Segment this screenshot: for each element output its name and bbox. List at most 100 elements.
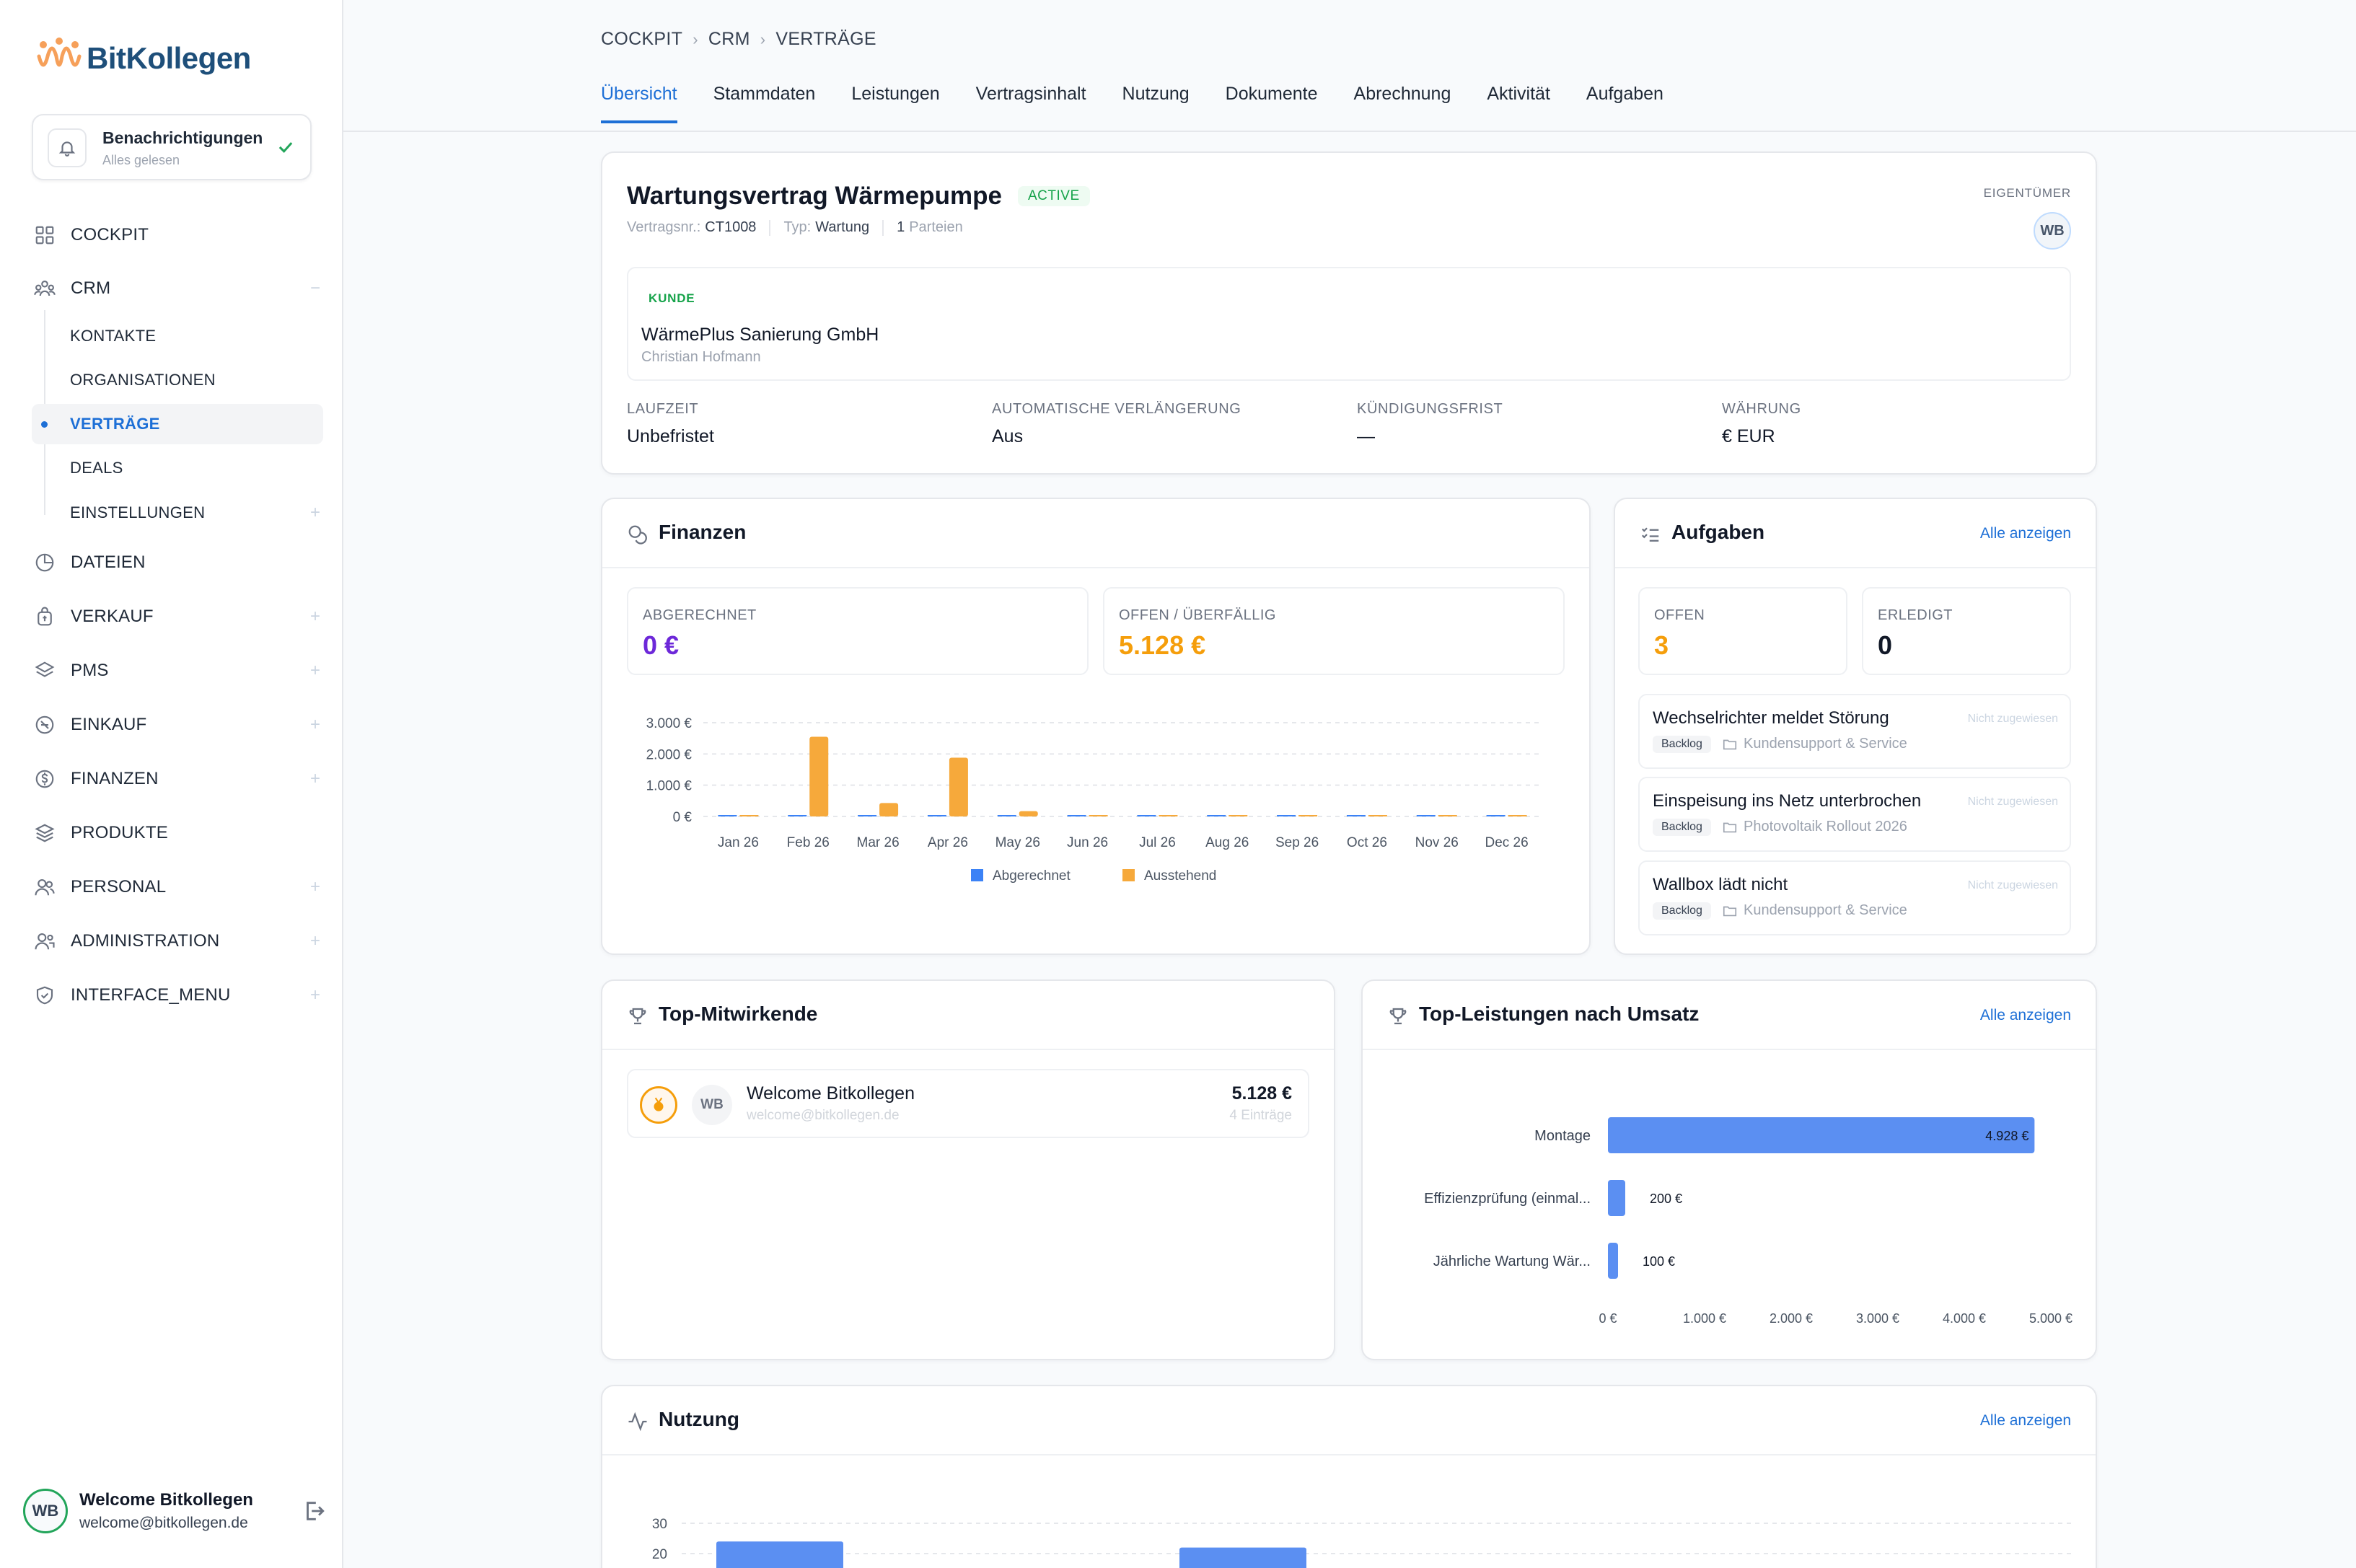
legend-swatch <box>971 869 983 881</box>
x-tick-label: 0 € <box>1599 1311 1617 1326</box>
show-all-usage-link[interactable]: Alle anzeigen <box>1980 1412 2071 1430</box>
field-label: AUTOMATISCHE VERLÄNGERUNG <box>992 401 1241 417</box>
task-project-name: Photovoltaik Rollout 2026 <box>1744 819 1907 834</box>
breadcrumb-crm[interactable]: CRM <box>708 29 750 50</box>
owner-avatar[interactable]: WB <box>2034 212 2071 250</box>
admin-icon <box>32 928 58 954</box>
expand-icon[interactable]: + <box>310 503 320 523</box>
chevron-right-icon: › <box>760 30 766 48</box>
tab-stammdaten[interactable]: Stammdaten <box>713 84 816 123</box>
sidebar-item-cockpit[interactable]: COCKPIT <box>32 215 323 255</box>
sidebar-subitem-label: VERTRÄGE <box>70 415 160 433</box>
contributor-row[interactable]: WB Welcome Bitkollegen welcome@bitkolleg… <box>627 1069 1309 1138</box>
sidebar-item-einkauf[interactable]: EINKAUF + <box>32 705 323 745</box>
sidebar-item-administration[interactable]: ADMINISTRATION + <box>32 921 323 961</box>
tasks-card: Aufgaben Alle anzeigen OFFEN 3 ERLEDIGT … <box>1614 498 2097 955</box>
user-name: Welcome Bitkollegen <box>79 1490 253 1510</box>
y-tick-label: 30 <box>652 1517 667 1532</box>
card-title: Nutzung <box>659 1408 739 1430</box>
tab-aufgaben[interactable]: Aufgaben <box>1586 84 1663 123</box>
tab-vertragsinhalt[interactable]: Vertragsinhalt <box>976 84 1086 123</box>
stat-tasks-open: OFFEN 3 <box>1638 587 1847 675</box>
sidebar-subitem-organisationen[interactable]: ORGANISATIONEN <box>32 360 323 400</box>
task-status-badge: Backlog <box>1653 902 1711 920</box>
logout-icon[interactable] <box>302 1499 326 1527</box>
notifications-panel[interactable]: Benachrichtigungen Alles gelesen <box>32 114 312 180</box>
user-profile[interactable]: WB Welcome Bitkollegen welcome@bitkolleg… <box>23 1486 326 1536</box>
sidebar-item-crm[interactable]: CRM − <box>32 268 323 309</box>
sidebar-subitem-einstellungen[interactable]: EINSTELLUNGEN + <box>32 493 323 533</box>
bar-abgerechnet <box>788 815 807 816</box>
contributor-value: 5.128 € <box>1231 1083 1292 1104</box>
sidebar-subitem-verträge[interactable]: VERTRÄGE <box>32 404 323 444</box>
customer-person: Christian Hofmann <box>641 349 761 365</box>
sidebar-subitem-deals[interactable]: DEALS <box>32 448 323 488</box>
tab-übersicht[interactable]: Übersicht <box>601 84 677 123</box>
tab-leistungen[interactable]: Leistungen <box>851 84 939 123</box>
expand-icon[interactable]: + <box>310 985 320 1005</box>
task-item[interactable]: Einspeisung ins Netz unterbrochen Nicht z… <box>1638 777 2071 852</box>
brand-logo[interactable]: BitKollegen <box>36 38 251 79</box>
contract-number-label: Vertragsnr.: <box>627 219 701 235</box>
task-item[interactable]: Wallbox lädt nicht Nicht zugewiesen Backlo… <box>1638 860 2071 935</box>
tab-aktivität[interactable]: Aktivität <box>1487 84 1550 123</box>
task-title: Einspeisung ins Netz unterbrochen <box>1653 791 1922 811</box>
checklist-icon <box>1640 524 1661 549</box>
sidebar-item-personal[interactable]: PERSONAL + <box>32 867 323 907</box>
show-all-services-link[interactable]: Alle anzeigen <box>1980 1007 2071 1024</box>
bar-ausstehend <box>1159 815 1178 816</box>
sidebar-item-pms[interactable]: PMS + <box>32 651 323 691</box>
customer-name[interactable]: WärmePlus Sanierung GmbH <box>641 325 879 345</box>
category-label: Effizienzprüfung (einmal... <box>1424 1191 1591 1207</box>
tab-nutzung[interactable]: Nutzung <box>1122 84 1190 123</box>
expand-icon[interactable]: + <box>310 607 320 627</box>
usage-bar <box>1179 1547 1306 1568</box>
top-contributors-card: Top-Mitwirkende WB Welcome Bitkollegen w… <box>601 979 1335 1360</box>
sidebar-subitem-label: ORGANISATIONEN <box>70 371 216 389</box>
sidebar-item-label: VERKAUF <box>71 607 154 626</box>
bell-icon <box>48 128 87 167</box>
breadcrumb-vertraege[interactable]: VERTRÄGE <box>775 29 876 50</box>
contributor-name: Welcome Bitkollegen <box>747 1083 915 1104</box>
tab-dokumente[interactable]: Dokumente <box>1226 84 1318 123</box>
cart-icon <box>32 712 58 738</box>
card-header: Top-Mitwirkende <box>602 981 1334 1050</box>
people-icon <box>32 874 58 900</box>
expand-icon[interactable]: + <box>310 931 320 951</box>
card-title: Top-Mitwirkende <box>659 1003 818 1025</box>
customer-box[interactable]: KUNDE WärmePlus Sanierung GmbH Christian… <box>627 267 2071 381</box>
field-notice-period: KÜNDIGUNGSFRIST — <box>1357 401 1503 447</box>
sidebar-item-produkte[interactable]: PRODUKTE <box>32 813 323 853</box>
collapse-icon[interactable]: − <box>310 278 320 299</box>
sidebar-item-label: FINANZEN <box>71 769 159 788</box>
bar-service <box>1608 1117 2035 1153</box>
show-all-tasks-link[interactable]: Alle anzeigen <box>1980 525 2071 542</box>
coins-icon <box>627 524 649 549</box>
y-tick-label: 2.000 € <box>646 747 693 762</box>
bar-abgerechnet <box>1207 815 1226 816</box>
bar-service <box>1608 1243 1618 1279</box>
sidebar-item-verkauf[interactable]: VERKAUF + <box>32 596 323 637</box>
tab-abrechnung[interactable]: Abrechnung <box>1354 84 1451 123</box>
bar-abgerechnet <box>1346 815 1366 816</box>
bar-value-label: 200 € <box>1650 1192 1682 1206</box>
breadcrumb-cockpit[interactable]: COCKPIT <box>601 29 682 50</box>
sidebar-item-finanzen[interactable]: FINANZEN + <box>32 759 323 799</box>
bar-abgerechnet <box>1277 815 1296 816</box>
expand-icon[interactable]: + <box>310 877 320 897</box>
expand-icon[interactable]: + <box>310 769 320 789</box>
task-title: Wallbox lädt nicht <box>1653 875 1788 894</box>
task-item[interactable]: Wechselrichter meldet Störung Nicht zugew… <box>1638 694 2071 769</box>
bar-ausstehend <box>949 757 968 816</box>
sidebar-subitem-kontakte[interactable]: KONTAKTE <box>32 316 323 356</box>
check-icon <box>276 137 296 161</box>
expand-icon[interactable]: + <box>310 715 320 735</box>
expand-icon[interactable]: + <box>310 661 320 681</box>
field-currency: WÄHRUNG € EUR <box>1722 401 1801 447</box>
sidebar-item-interface-menu[interactable]: INTERFACE_MENU + <box>32 975 323 1016</box>
task-project: Kundensupport & Service <box>1722 736 1907 752</box>
task-status-badge: Backlog <box>1653 736 1711 753</box>
header-divider <box>343 131 2356 132</box>
sidebar-item-dateien[interactable]: DATEIEN <box>32 542 323 583</box>
stat-label: ERLEDIGT <box>1878 607 1953 623</box>
